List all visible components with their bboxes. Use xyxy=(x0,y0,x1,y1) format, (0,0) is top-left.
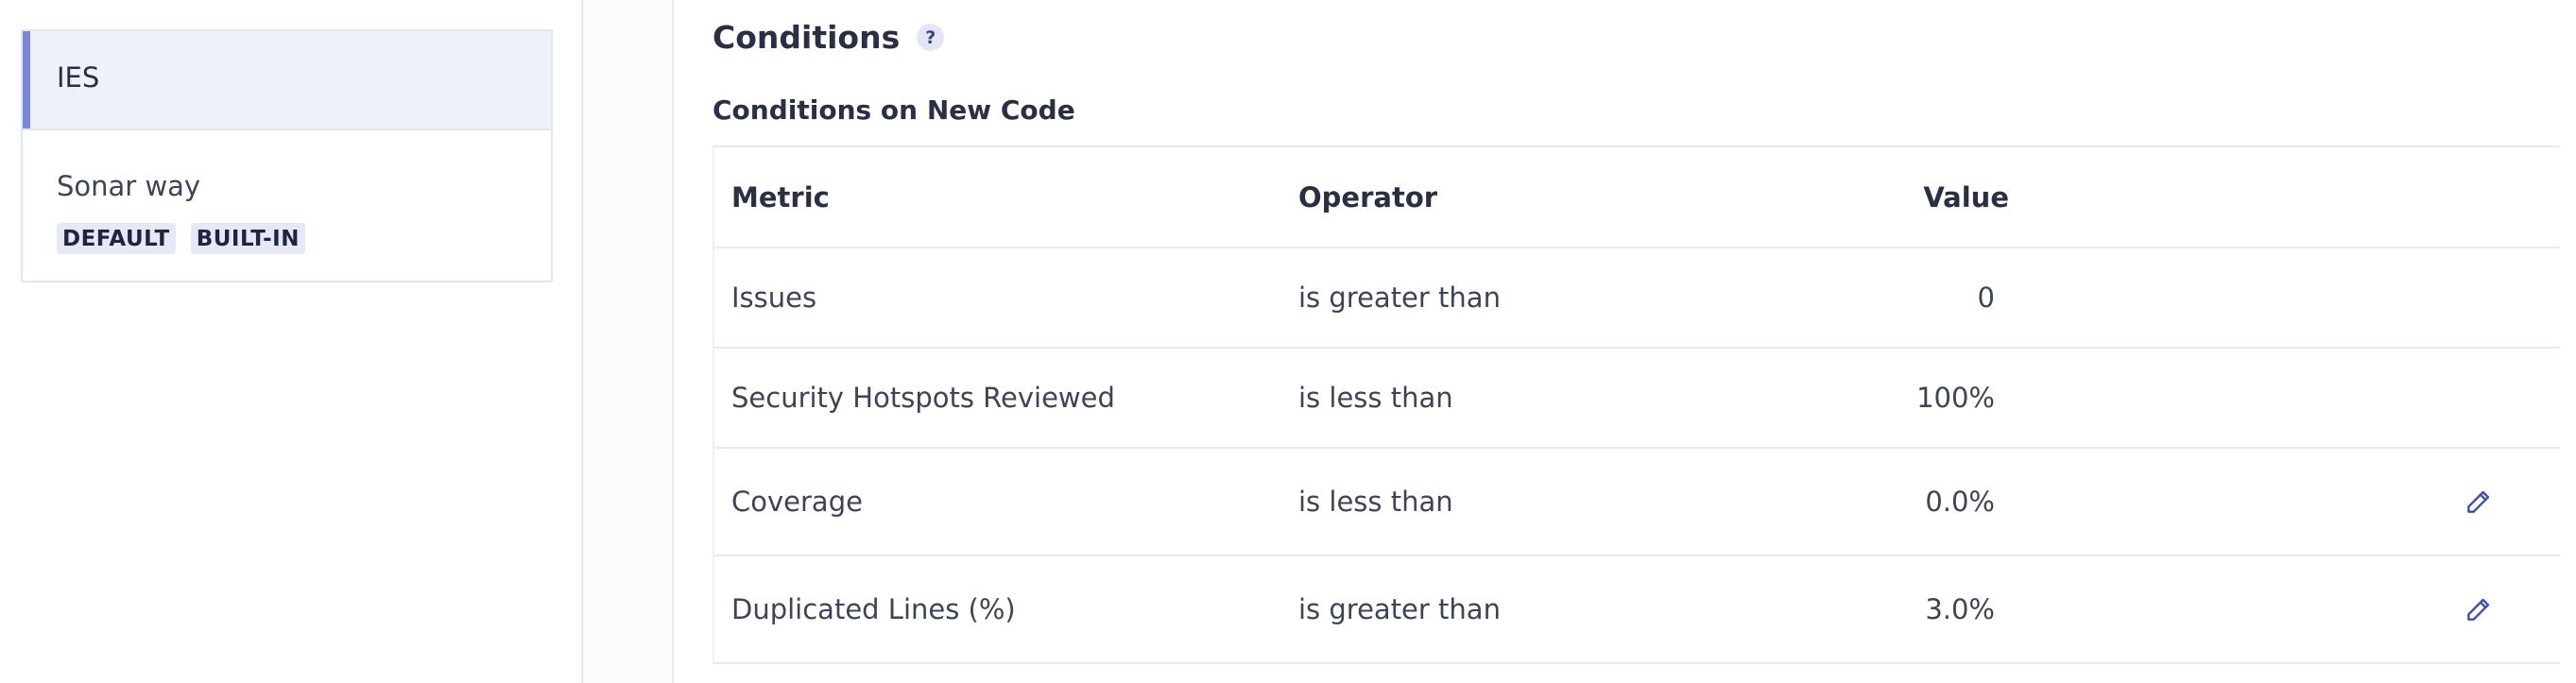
default-badge: DEFAULT xyxy=(57,223,176,254)
edit-condition-button[interactable] xyxy=(2462,592,2496,626)
edit-icon xyxy=(2467,598,2490,621)
operator-cell: is greater than xyxy=(1298,282,1501,314)
conditions-table: Metric Operator Value Issues is greater … xyxy=(713,145,2560,664)
layout-gutter xyxy=(581,0,674,683)
gate-item-ies[interactable]: IES xyxy=(23,31,551,130)
metric-cell: Duplicated Lines (%) xyxy=(731,593,1016,625)
content-divider xyxy=(672,0,674,683)
table-header-row: Metric Operator Value xyxy=(713,147,2560,248)
column-header-operator: Operator xyxy=(1298,180,1438,213)
quality-gate-list: IES Sonar way DEFAULT BUILT-IN xyxy=(21,29,553,282)
conditions-heading: Conditions ? xyxy=(713,19,945,56)
column-header-metric: Metric xyxy=(731,180,830,213)
edit-icon xyxy=(2467,490,2490,513)
table-row: Security Hotspots Reviewed is less than … xyxy=(713,349,2560,449)
edit-condition-button[interactable] xyxy=(2462,485,2496,519)
table-row: Issues is greater than 0 xyxy=(713,248,2560,349)
gate-name: IES xyxy=(57,61,100,94)
built-in-badge: BUILT-IN xyxy=(190,223,305,254)
gate-badges: DEFAULT BUILT-IN xyxy=(57,223,305,254)
operator-cell: is less than xyxy=(1298,382,1453,414)
operator-cell: is greater than xyxy=(1298,593,1501,625)
conditions-new-code-title: Conditions on New Code xyxy=(713,94,1075,126)
metric-cell: Coverage xyxy=(731,486,863,518)
value-cell: 3.0% xyxy=(1925,593,1995,625)
value-cell: 100% xyxy=(1916,382,1995,414)
table-row: Duplicated Lines (%) is greater than 3.0… xyxy=(713,556,2560,664)
table-row: Coverage is less than 0.0% xyxy=(713,449,2560,556)
page-title: Conditions xyxy=(713,19,901,56)
quality-gates-page: IES Sonar way DEFAULT BUILT-IN Condition… xyxy=(0,0,2576,683)
value-cell: 0.0% xyxy=(1925,486,1995,518)
value-cell: 0 xyxy=(1977,282,1995,314)
metric-cell: Security Hotspots Reviewed xyxy=(731,382,1115,414)
column-header-value: Value xyxy=(1923,180,2009,213)
help-icon[interactable]: ? xyxy=(917,24,945,51)
metric-cell: Issues xyxy=(731,282,817,314)
sidebar-divider xyxy=(581,0,583,683)
gate-name: Sonar way xyxy=(57,170,201,202)
operator-cell: is less than xyxy=(1298,486,1453,518)
gate-item-sonar-way[interactable]: Sonar way DEFAULT BUILT-IN xyxy=(23,130,551,281)
